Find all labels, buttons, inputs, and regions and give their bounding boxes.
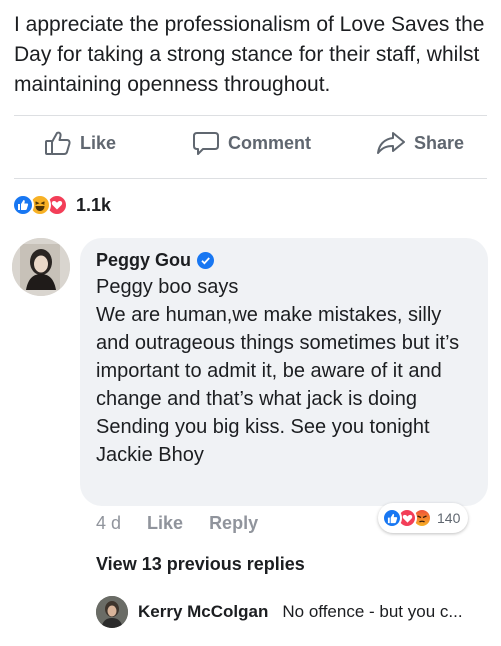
reactions-count: 1.1k bbox=[76, 194, 112, 215]
thumbs-up-icon bbox=[44, 130, 72, 156]
comment-text: Peggy boo says We are human,we make mist… bbox=[96, 276, 460, 466]
comment-reaction-count: 140 bbox=[437, 510, 461, 526]
verified-badge-icon bbox=[197, 252, 215, 269]
share-button-label: Share bbox=[414, 132, 465, 153]
reply-preview[interactable]: Kerry McColgan No offence - but you c... bbox=[96, 596, 463, 628]
reply-snippet: No offence - but you c... bbox=[282, 602, 463, 621]
post-actions: Like Comment Share bbox=[0, 124, 501, 164]
comment-bubble: Peggy Gou Peggy boo says We are human,we… bbox=[80, 238, 488, 506]
comment-reactions[interactable]: 140 bbox=[378, 503, 469, 533]
comment-bubble-icon bbox=[192, 130, 220, 156]
view-previous-replies-link[interactable]: View 13 previous replies bbox=[96, 554, 305, 575]
like-icon bbox=[382, 508, 402, 528]
comment-like-link[interactable]: Like bbox=[147, 513, 183, 534]
share-arrow-icon bbox=[376, 130, 406, 156]
comment-button[interactable]: Comment bbox=[192, 130, 311, 156]
reactions-summary[interactable]: 1.1k bbox=[12, 194, 111, 216]
divider bbox=[14, 178, 487, 179]
share-button[interactable]: Share bbox=[376, 130, 464, 156]
avatar[interactable] bbox=[96, 596, 128, 628]
reply-author[interactable]: Kerry McColgan bbox=[138, 602, 268, 622]
like-icon bbox=[12, 194, 34, 216]
comment-timestamp: 4 d bbox=[96, 513, 122, 533]
post-text: I appreciate the professionalism of Love… bbox=[14, 13, 485, 96]
avatar[interactable] bbox=[12, 238, 70, 296]
like-button-label: Like bbox=[80, 132, 117, 153]
comment-header: Peggy Gou bbox=[96, 250, 474, 271]
comment-reply-link[interactable]: Reply bbox=[209, 513, 258, 534]
comment-button-label: Comment bbox=[228, 132, 312, 153]
like-button[interactable]: Like bbox=[44, 130, 116, 156]
comment-meta: 4 d Like Reply bbox=[96, 513, 258, 534]
comment-author[interactable]: Peggy Gou bbox=[96, 250, 191, 271]
divider bbox=[14, 115, 487, 116]
